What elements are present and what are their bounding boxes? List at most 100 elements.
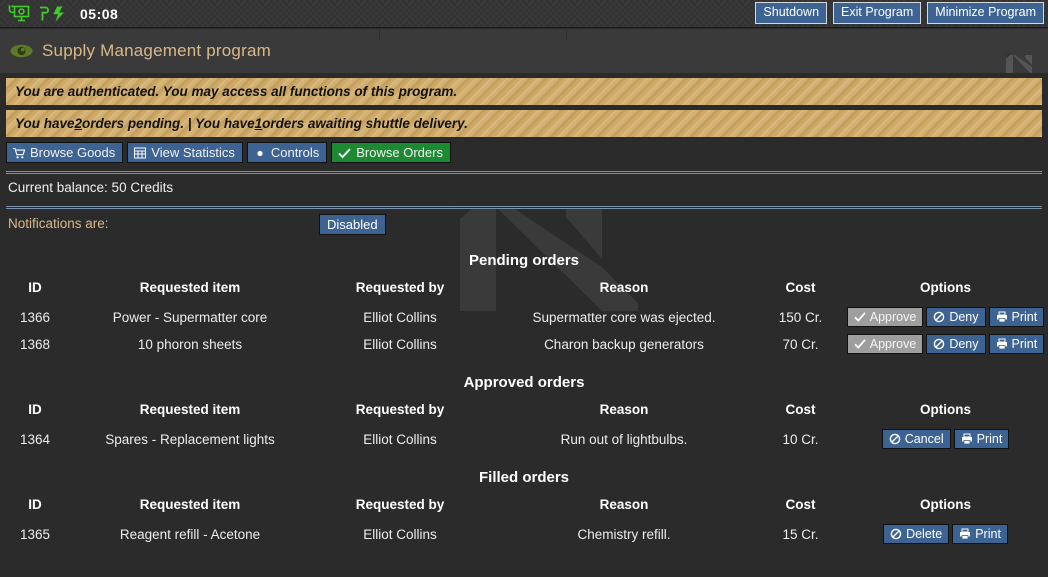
exit-program-button[interactable]: Exit Program bbox=[833, 2, 921, 24]
print-button[interactable]: Print bbox=[954, 429, 1010, 449]
column-header-cost: Cost bbox=[758, 402, 843, 426]
cell-id: 1365 bbox=[0, 521, 70, 548]
table-row: 1364Spares - Replacement lightsElliot Co… bbox=[0, 426, 1048, 453]
computer-monitor-icon[interactable] bbox=[8, 5, 30, 23]
print-button[interactable]: Print bbox=[952, 524, 1008, 544]
column-header-by: Requested by bbox=[310, 280, 490, 304]
ban-icon bbox=[933, 311, 945, 323]
pending-count: 2 bbox=[75, 116, 83, 131]
approve-button-label: Approve bbox=[870, 335, 917, 353]
cell-options: Delete Print bbox=[843, 521, 1048, 548]
orders-table: IDRequested itemRequested byReasonCostOp… bbox=[0, 497, 1048, 548]
column-header-item: Requested item bbox=[70, 280, 310, 304]
delete-button[interactable]: Delete bbox=[883, 524, 949, 544]
nav-browse-goods[interactable]: Browse Goods bbox=[6, 142, 123, 163]
notifications-toggle-button[interactable]: Disabled bbox=[319, 214, 386, 235]
cell-id: 1368 bbox=[0, 331, 70, 358]
minimize-program-button[interactable]: Minimize Program bbox=[927, 2, 1044, 24]
deny-button[interactable]: Deny bbox=[926, 334, 985, 354]
cart-icon bbox=[13, 147, 25, 159]
power-bolt-icon[interactable] bbox=[38, 5, 68, 23]
column-header-reason: Reason bbox=[490, 402, 758, 426]
check-icon bbox=[338, 147, 351, 159]
printer-icon bbox=[961, 433, 973, 445]
navbar: Browse Goods View Statistics Controls bbox=[6, 142, 1048, 163]
notifications-label: Notifications are: bbox=[8, 216, 109, 231]
nav-view-statistics[interactable]: View Statistics bbox=[127, 142, 243, 163]
print-button-label: Print bbox=[977, 430, 1003, 448]
orders-section: Approved ordersIDRequested itemRequested… bbox=[0, 374, 1048, 453]
column-header-item: Requested item bbox=[70, 402, 310, 426]
header-divider-right bbox=[566, 29, 567, 41]
taskbar: 05:08 Shutdown Exit Program Minimize Pro… bbox=[0, 0, 1048, 28]
notifications-row: Notifications are: Disabled bbox=[0, 214, 1048, 236]
cell-options: Cancel Print bbox=[843, 426, 1048, 453]
printer-icon bbox=[996, 311, 1008, 323]
cell-options: ApproveDeny Print bbox=[843, 304, 1048, 331]
shutdown-button[interactable]: Shutdown bbox=[755, 2, 827, 24]
print-button-label: Print bbox=[975, 525, 1001, 543]
approve-button[interactable]: Approve bbox=[847, 334, 924, 354]
cancel-button-label: Cancel bbox=[905, 430, 944, 448]
nav-controls[interactable]: Controls bbox=[247, 142, 327, 163]
window-header: Supply Management program bbox=[0, 29, 1048, 73]
cell-reason: Run out of lightbulbs. bbox=[490, 426, 758, 453]
section-title: Filled orders bbox=[0, 469, 1048, 486]
deny-button-label: Deny bbox=[949, 335, 978, 353]
ban-icon bbox=[933, 338, 945, 350]
table-header-row: IDRequested itemRequested byReasonCostOp… bbox=[0, 497, 1048, 521]
cell-options: Approve Deny Print bbox=[843, 331, 1048, 358]
cell-cost: 150 Cr. bbox=[758, 304, 843, 331]
cell-cost: 10 Cr. bbox=[758, 426, 843, 453]
orders-table: IDRequested itemRequested byReasonCostOp… bbox=[0, 280, 1048, 358]
deny-button[interactable]: Deny bbox=[926, 307, 985, 327]
column-header-by: Requested by bbox=[310, 497, 490, 521]
status-banner: You have 2 orders pending. | You have 1 … bbox=[6, 110, 1042, 137]
taskbar-buttons: Shutdown Exit Program Minimize Program bbox=[755, 2, 1044, 24]
auth-banner: You are authenticated. You may access al… bbox=[6, 78, 1042, 105]
cell-reason: Chemistry refill. bbox=[490, 521, 758, 548]
nav-browse-orders[interactable]: Browse Orders bbox=[331, 142, 451, 163]
divider-top bbox=[6, 171, 1042, 174]
column-header-id: ID bbox=[0, 280, 70, 304]
orders-table: IDRequested itemRequested byReasonCostOp… bbox=[0, 402, 1048, 453]
orders-section: Filled orders IDRequested itemRequested b… bbox=[0, 469, 1048, 548]
order-sections: Pending ordersIDRequested itemRequested … bbox=[0, 252, 1048, 548]
table-row: 1366Power - Supermatter coreElliot Colli… bbox=[0, 304, 1048, 331]
orders-section: Pending orders IDRequested itemRequested … bbox=[0, 252, 1048, 358]
column-header-id: ID bbox=[0, 402, 70, 426]
cell-item: 10 phoron sheets bbox=[70, 331, 310, 358]
printer-icon bbox=[996, 338, 1008, 350]
print-button[interactable]: Print bbox=[989, 307, 1045, 327]
page-title: Supply Management program bbox=[42, 41, 271, 61]
column-header-reason: Reason bbox=[490, 497, 758, 521]
ban-icon bbox=[889, 433, 901, 445]
auth-banner-text: You are authenticated. You may access al… bbox=[15, 84, 457, 99]
options-group: ApproveDeny Print bbox=[843, 307, 1048, 327]
column-header-cost: Cost bbox=[758, 497, 843, 521]
cell-id: 1364 bbox=[0, 426, 70, 453]
table-row: 136810 phoron sheetsElliot CollinsCharon… bbox=[0, 331, 1048, 358]
clock: 05:08 bbox=[80, 6, 118, 22]
options-group: Delete Print bbox=[843, 524, 1048, 544]
balance-line: Current balance: 50 Credits bbox=[8, 180, 1048, 198]
print-button-label: Print bbox=[1012, 335, 1038, 353]
cancel-button[interactable]: Cancel bbox=[882, 429, 951, 449]
cell-cost: 15 Cr. bbox=[758, 521, 843, 548]
nav-view-statistics-label: View Statistics bbox=[151, 143, 235, 162]
table-header-row: IDRequested itemRequested byReasonCostOp… bbox=[0, 402, 1048, 426]
check-icon bbox=[854, 338, 866, 350]
nav-controls-label: Controls bbox=[271, 143, 319, 162]
status-mid-text: orders pending. | You have bbox=[82, 116, 255, 131]
section-title: Pending orders bbox=[0, 252, 1048, 269]
header-divider-left bbox=[379, 29, 380, 41]
cell-cost: 70 Cr. bbox=[758, 331, 843, 358]
program-content: You are authenticated. You may access al… bbox=[0, 73, 1048, 577]
divider-bottom bbox=[6, 206, 1042, 209]
check-icon bbox=[854, 311, 866, 323]
cell-reason: Charon backup generators bbox=[490, 331, 758, 358]
print-button[interactable]: Print bbox=[989, 334, 1045, 354]
grid-icon bbox=[134, 147, 146, 159]
approve-button[interactable]: Approve bbox=[847, 307, 924, 327]
print-button-label: Print bbox=[1012, 308, 1038, 326]
